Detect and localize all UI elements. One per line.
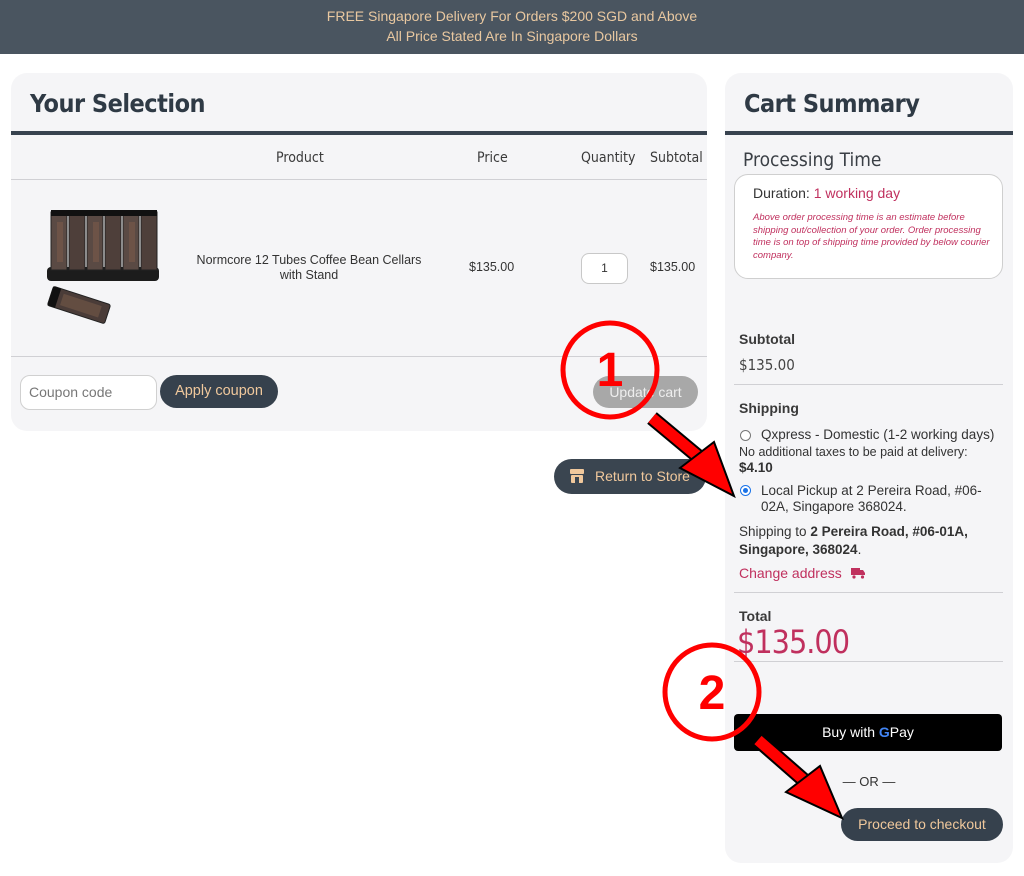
promo-banner: FREE Singapore Delivery For Orders $200 …	[0, 0, 1024, 54]
store-icon	[570, 469, 584, 483]
product-price: $135.00	[469, 260, 515, 274]
processing-time-box: Duration: 1 working day Above order proc…	[734, 174, 1003, 279]
total-value: $135.00	[737, 623, 850, 661]
col-quantity: Quantity	[581, 150, 636, 166]
product-name[interactable]: Normcore 12 Tubes Coffee Bean Cellars wi…	[196, 253, 422, 283]
proceed-to-checkout-button[interactable]: Proceed to checkout	[841, 808, 1003, 841]
row-divider	[11, 356, 707, 357]
selection-title-rule	[11, 131, 707, 135]
google-g-icon: G	[878, 724, 890, 740]
shipping-tax-note: No additional taxes to be paid at delive…	[739, 445, 968, 459]
change-address-link[interactable]: Change address	[739, 565, 866, 581]
product-subtotal: $135.00	[650, 260, 696, 274]
shipping-qxpress-price: $4.10	[739, 460, 773, 475]
change-address-label: Change address	[739, 565, 842, 581]
selection-card: Your Selection Product Price Quantity Su…	[11, 73, 707, 431]
subtotal-value: $135.00	[739, 356, 795, 374]
banner-line-1: FREE Singapore Delivery For Orders $200 …	[326, 8, 698, 24]
summary-title-rule	[725, 131, 1013, 135]
return-to-store-label: Return to Store	[595, 468, 690, 484]
total-divider	[734, 661, 1003, 662]
cart-summary-title: Cart Summary	[744, 89, 920, 118]
subtotal-divider	[734, 384, 1003, 385]
col-price: Price	[477, 150, 508, 166]
annotation-number-2: 2	[699, 667, 726, 720]
ship-to-prefix: Shipping to	[739, 524, 807, 539]
header-divider	[11, 179, 707, 180]
or-separator: — OR —	[842, 774, 896, 789]
shipping-destination: Shipping to 2 Pereira Road, #06-01A, Sin…	[739, 523, 989, 559]
shipping-radio-qxpress[interactable]	[740, 430, 751, 441]
shipping-label: Shipping	[739, 400, 799, 416]
shipping-option-pickup[interactable]: Local Pickup at 2 Pereira Road, #06-02A,…	[761, 483, 1005, 515]
quantity-input[interactable]: 1	[581, 253, 628, 284]
coupon-input[interactable]: Coupon code	[20, 375, 157, 410]
return-to-store-button[interactable]: Return to Store	[554, 459, 706, 494]
gpay-prefix: Buy with	[822, 724, 875, 740]
col-subtotal: Subtotal	[650, 150, 703, 166]
cart-summary-card: Cart Summary Processing Time Duration: 1…	[725, 73, 1013, 863]
banner-line-2: All Price Stated Are In Singapore Dollar…	[386, 28, 638, 44]
google-pay-button[interactable]: Buy with GPay	[734, 714, 1002, 751]
duration-label: Duration:	[753, 185, 810, 201]
processing-note: Above order processing time is an estima…	[753, 212, 990, 261]
product-image[interactable]	[39, 207, 171, 332]
shipping-option-qxpress[interactable]: Qxpress - Domestic (1-2 working days)	[761, 427, 994, 443]
ship-to-suffix: .	[857, 542, 862, 557]
total-label: Total	[739, 608, 772, 624]
processing-time-title: Processing Time	[743, 149, 882, 171]
selection-title: Your Selection	[30, 89, 206, 118]
update-cart-button[interactable]: Update cart	[593, 376, 698, 408]
truck-icon	[850, 568, 865, 579]
subtotal-label: Subtotal	[739, 331, 795, 347]
apply-coupon-button[interactable]: Apply coupon	[160, 375, 278, 408]
col-product: Product	[276, 150, 324, 166]
gpay-pay: Pay	[889, 724, 914, 740]
duration-line: Duration: 1 working day	[753, 185, 900, 201]
shipping-radio-pickup[interactable]	[740, 485, 751, 496]
shipping-divider	[734, 592, 1003, 593]
duration-value: 1 working day	[813, 185, 901, 201]
